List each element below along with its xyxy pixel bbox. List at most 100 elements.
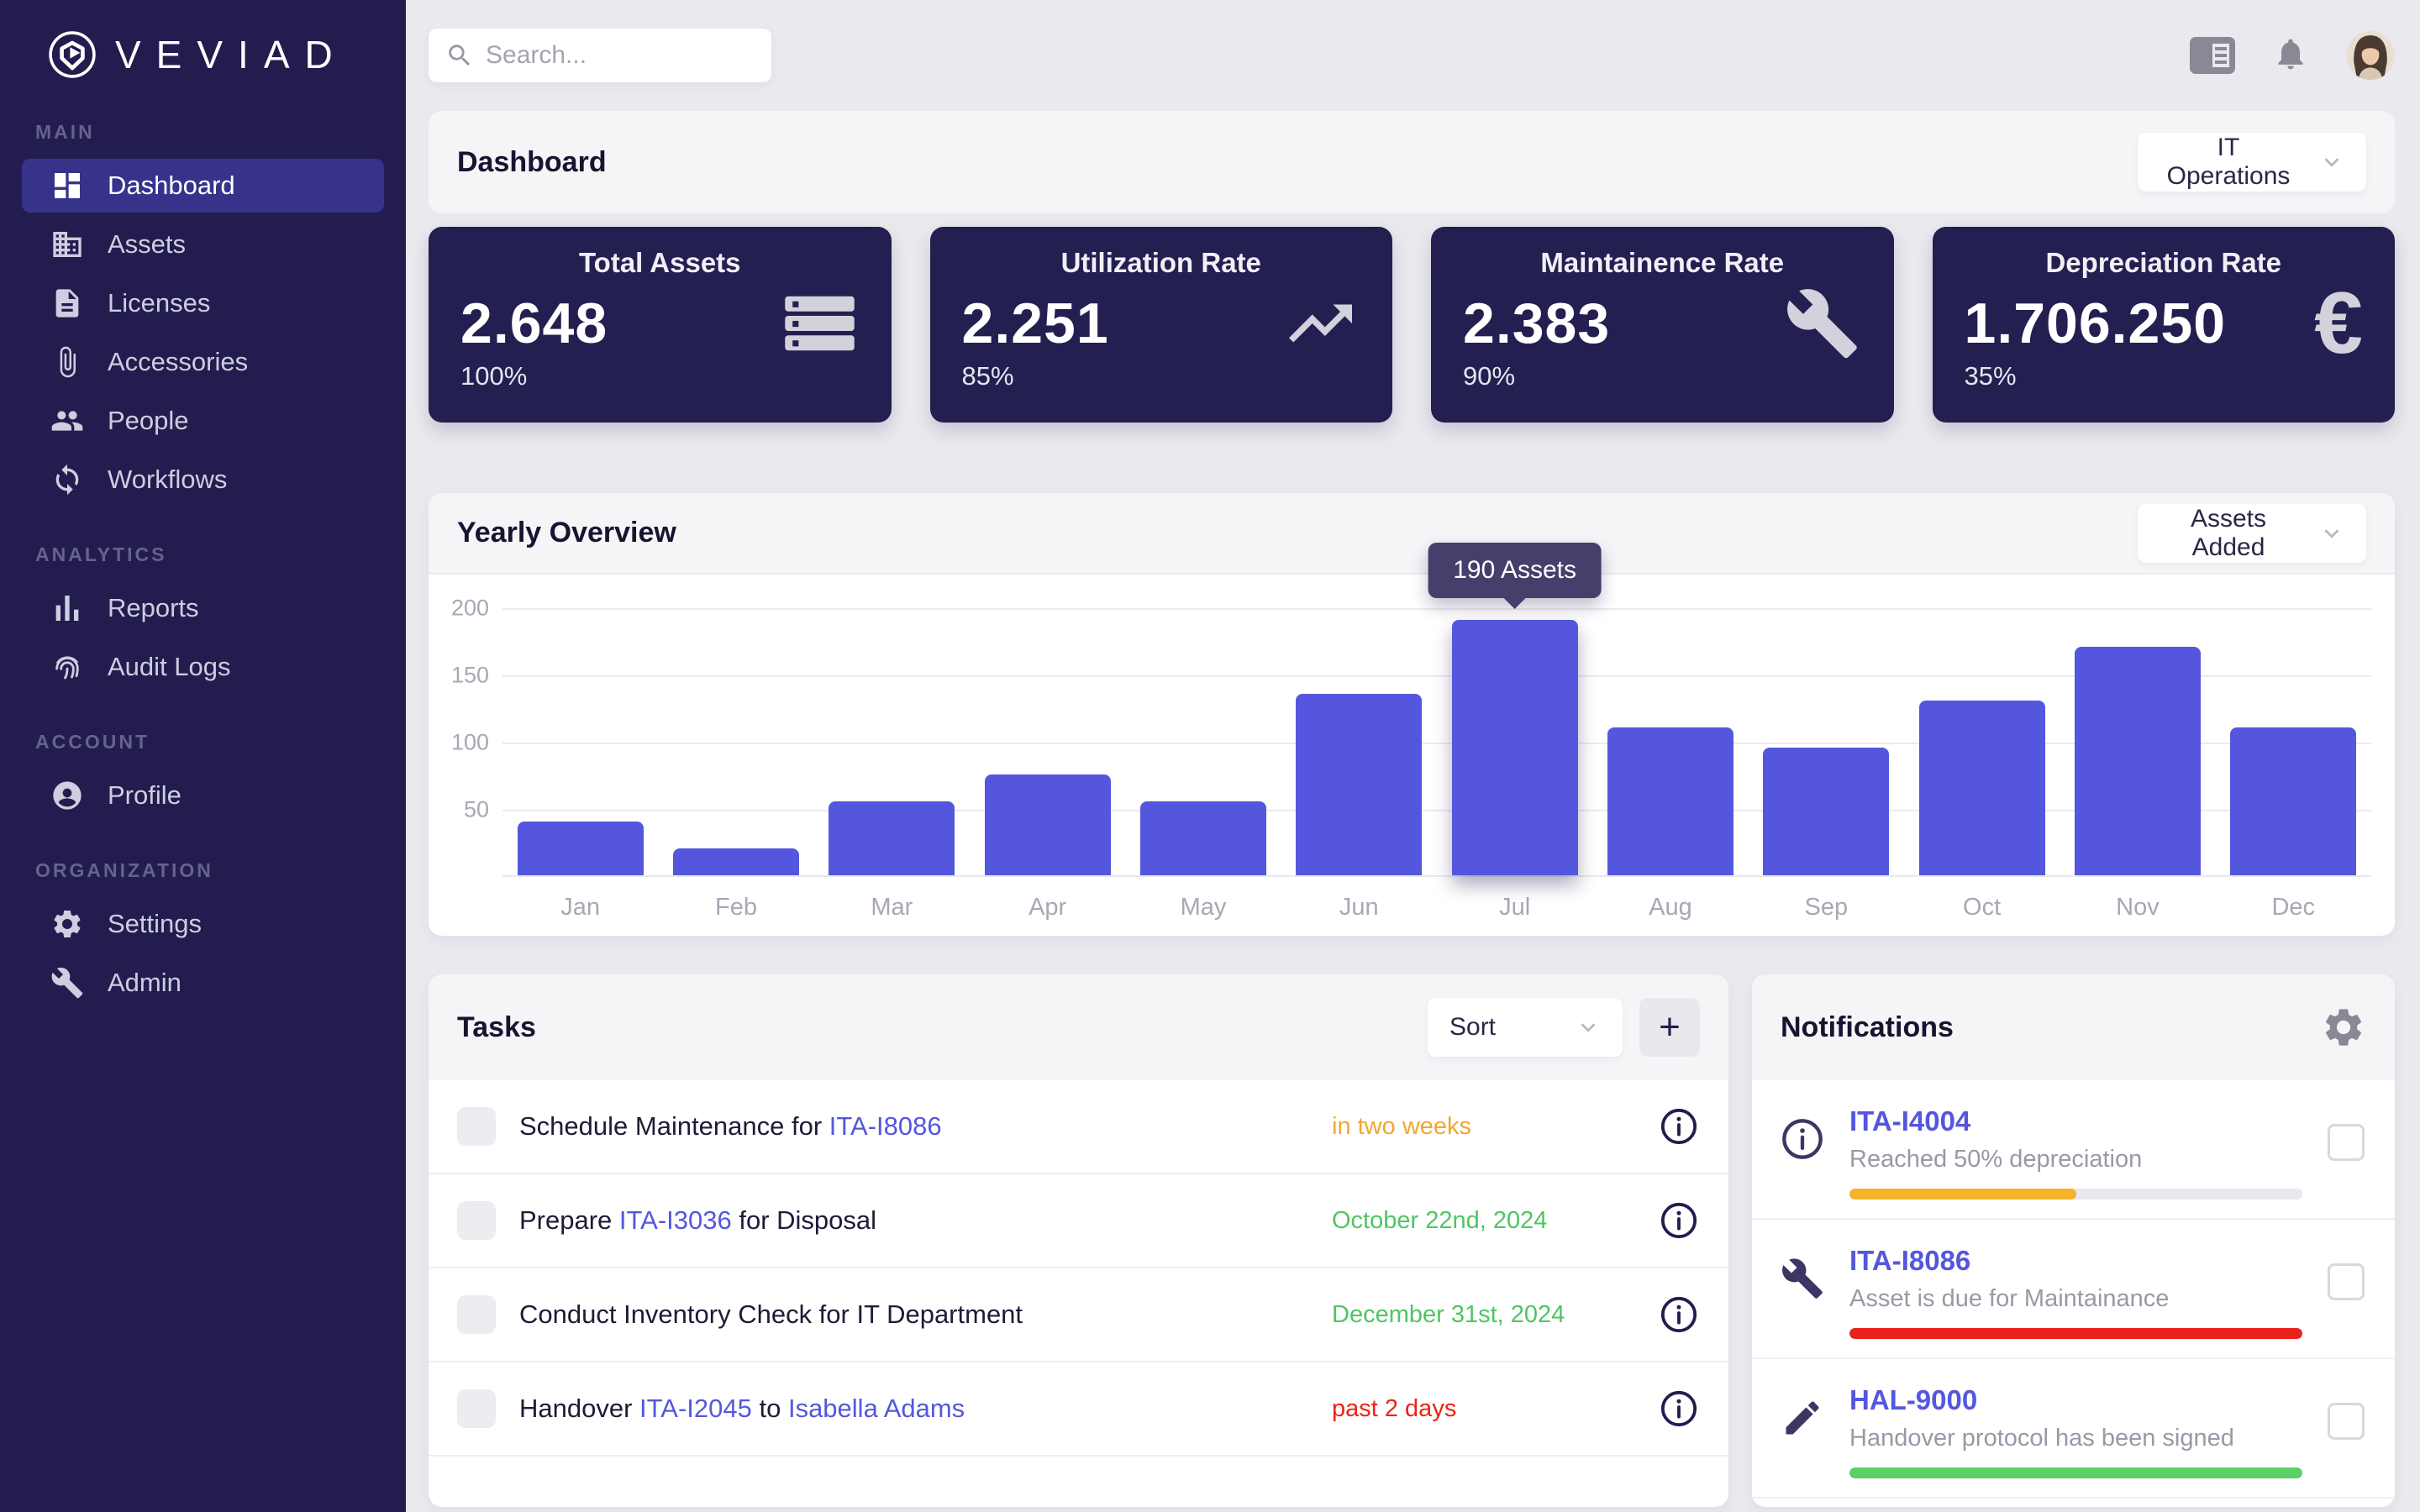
sidebar-item-assets[interactable]: Assets <box>22 218 384 271</box>
chart-bar-jun[interactable] <box>1296 694 1422 875</box>
sidebar-item-admin[interactable]: Admin <box>22 956 384 1010</box>
notification-text: Handover protocol has been signed <box>1849 1425 2302 1452</box>
asset-link[interactable]: Isabella Adams <box>788 1394 965 1423</box>
task-row: Conduct Inventory Check for IT Departmen… <box>429 1268 1728 1362</box>
sync-icon <box>49 461 86 498</box>
notifications-header: Notifications <box>1752 974 2395 1080</box>
sidebar-item-profile[interactable]: Profile <box>22 769 384 822</box>
notification-asset-link[interactable]: ITA-I4004 <box>1849 1105 2302 1137</box>
task-title: Schedule Maintenance for ITA-I8086 <box>519 1111 1332 1142</box>
wrench-icon <box>1781 1257 1824 1300</box>
nav-section-label-analytics: ANALYTICS <box>0 543 406 566</box>
sidebar-item-label: Reports <box>108 593 199 623</box>
notification-asset-link[interactable]: ITA-I8086 <box>1849 1245 2302 1277</box>
chart-x-tick: Apr <box>970 894 1125 921</box>
sidebar-item-audit-logs[interactable]: Audit Logs <box>22 640 384 694</box>
news-card-icon[interactable] <box>2190 37 2235 74</box>
task-list: Schedule Maintenance for ITA-I8086in two… <box>429 1080 1728 1457</box>
chart-bar-sep[interactable] <box>1763 748 1889 875</box>
chart-bar-dec[interactable] <box>2230 727 2356 875</box>
bell-icon[interactable] <box>2272 35 2309 76</box>
sort-select[interactable]: Sort <box>1428 998 1623 1057</box>
scope-select[interactable]: IT Operations <box>2138 133 2366 192</box>
asset-link[interactable]: ITA-I3036 <box>619 1205 732 1235</box>
stat-card-utilization-rate: Utilization Rate2.25185% <box>930 227 1393 423</box>
notification-asset-link[interactable]: HAL-9000 <box>1849 1384 2302 1416</box>
chart-x-tick: May <box>1125 894 1281 921</box>
sidebar-item-dashboard[interactable]: Dashboard <box>22 159 384 213</box>
search-icon <box>445 41 474 70</box>
notification-progress-track <box>1849 1189 2302 1200</box>
sidebar-nav: MAINDashboardAssetsLicensesAccessoriesPe… <box>0 121 406 1010</box>
chart-metric-value: Assets Added <box>2160 505 2297 562</box>
task-checkbox[interactable] <box>457 1107 496 1146</box>
brand-logo-icon <box>48 30 97 79</box>
notification-checkbox[interactable] <box>2328 1124 2365 1161</box>
notification-row: ITA-I4004Reached 50% depreciation <box>1752 1080 2395 1220</box>
avatar[interactable] <box>2346 31 2395 80</box>
stat-value: 2.251 <box>962 291 1109 356</box>
chart-tooltip: 190 Assets <box>1428 543 1602 598</box>
chart-bar-may[interactable] <box>1140 801 1266 875</box>
search-input[interactable] <box>486 41 738 70</box>
task-due-date: past 2 days <box>1332 1395 1660 1423</box>
sidebar-item-label: Audit Logs <box>108 652 231 682</box>
task-due-date: December 31st, 2024 <box>1332 1301 1660 1329</box>
notification-list: ITA-I4004Reached 50% depreciation ITA-I80… <box>1752 1080 2395 1499</box>
chart-bar-aug[interactable] <box>1607 727 1733 875</box>
chart-bar-mar[interactable] <box>829 801 955 875</box>
notification-progress-track <box>1849 1467 2302 1478</box>
sidebar-item-label: Accessories <box>108 347 248 377</box>
info-icon[interactable] <box>1660 1201 1698 1240</box>
brand-logo: VEVIAD <box>0 25 406 84</box>
chart-column-mar <box>814 608 970 875</box>
sidebar-item-label: Dashboard <box>108 171 235 201</box>
sidebar-item-licenses[interactable]: Licenses <box>22 276 384 330</box>
bottom-row: Tasks Sort + Schedule Maintenance for IT… <box>429 974 2395 1507</box>
notification-checkbox[interactable] <box>2328 1403 2365 1440</box>
sidebar-item-settings[interactable]: Settings <box>22 897 384 951</box>
task-checkbox[interactable] <box>457 1295 496 1334</box>
wrench-icon <box>1782 286 1862 361</box>
sidebar-item-people[interactable]: People <box>22 394 384 448</box>
search-box[interactable] <box>429 29 771 82</box>
chart-x-tick: Feb <box>658 894 813 921</box>
sidebar-item-accessories[interactable]: Accessories <box>22 335 384 389</box>
chart-x-labels: JanFebMarAprMayJunJulAugSepOctNovDec <box>502 877 2371 921</box>
chart-bar-jan[interactable] <box>518 822 644 875</box>
chart-metric-select[interactable]: Assets Added <box>2138 504 2366 563</box>
gear-icon[interactable] <box>2321 1005 2366 1050</box>
chart-bar-feb[interactable] <box>673 848 799 875</box>
info-icon[interactable] <box>1660 1295 1698 1334</box>
notifications-title: Notifications <box>1781 1011 1954 1044</box>
sidebar-item-reports[interactable]: Reports <box>22 581 384 635</box>
task-checkbox[interactable] <box>457 1389 496 1428</box>
notification-checkbox[interactable] <box>2328 1263 2365 1300</box>
fingerprint-icon <box>49 648 86 685</box>
bar-chart-icon <box>49 590 86 627</box>
sidebar-item-label: Admin <box>108 968 182 998</box>
stat-value: 2.383 <box>1463 291 1610 356</box>
topbar-actions <box>2190 31 2395 80</box>
tasks-actions: Sort + <box>1428 998 1700 1057</box>
sidebar-item-workflows[interactable]: Workflows <box>22 453 384 507</box>
info-icon <box>1781 1117 1824 1161</box>
chart-bar-oct[interactable] <box>1919 701 2045 875</box>
stat-percent: 100% <box>460 361 860 391</box>
chart-y-tick: 200 <box>439 596 489 622</box>
asset-link[interactable]: ITA-I8086 <box>829 1111 942 1141</box>
asset-link[interactable]: ITA-I2045 <box>639 1394 752 1423</box>
chart-bar-nov[interactable] <box>2075 647 2201 875</box>
chart-bar-apr[interactable] <box>985 774 1111 875</box>
task-title: Conduct Inventory Check for IT Departmen… <box>519 1299 1332 1330</box>
chart-bar-jul[interactable] <box>1452 620 1578 875</box>
task-checkbox[interactable] <box>457 1201 496 1240</box>
add-task-button[interactable]: + <box>1639 998 1700 1057</box>
chart-column-may <box>1125 608 1281 875</box>
tasks-header: Tasks Sort + <box>429 974 1728 1080</box>
tasks-panel: Tasks Sort + Schedule Maintenance for IT… <box>429 974 1728 1507</box>
chart-column-feb <box>658 608 813 875</box>
info-icon[interactable] <box>1660 1389 1698 1428</box>
notification-progress-fill <box>1849 1189 2076 1200</box>
info-icon[interactable] <box>1660 1107 1698 1146</box>
